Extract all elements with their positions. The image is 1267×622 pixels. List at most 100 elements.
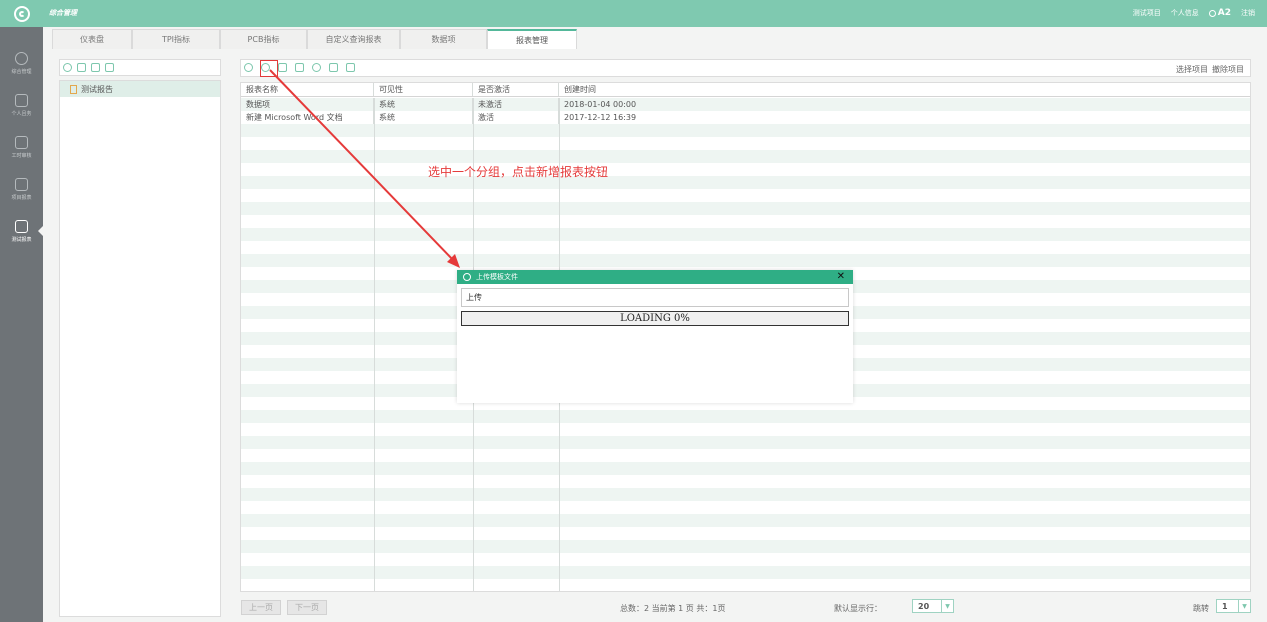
column-header[interactable]: 可见性 (374, 83, 473, 96)
annotation-text: 选中一个分组，点击新增报表按钮 (428, 165, 609, 179)
column-header[interactable]: 报表名称 (241, 83, 374, 96)
personal-info-link[interactable]: 个人信息 (1171, 8, 1199, 18)
empty-row (241, 241, 1250, 254)
dialog-title-bar: 上传模板文件 ✕ (457, 270, 853, 284)
dialog-title: 上传模板文件 (476, 273, 518, 281)
rail-item-label: 个人且务 (11, 110, 32, 117)
tab-tpi[interactable]: TPI指标 (132, 29, 220, 49)
empty-row (241, 176, 1250, 189)
refresh-icon[interactable] (63, 63, 72, 72)
info-icon[interactable] (312, 63, 321, 72)
tab-dashboard[interactable]: 仪表盘 (52, 29, 132, 49)
group-tree: 测试报告 (59, 80, 221, 617)
table-cell: 系统 (374, 98, 473, 111)
table-cell: 系统 (374, 111, 473, 124)
delete-icon[interactable] (105, 63, 114, 72)
empty-row (241, 475, 1250, 488)
rail-item-label: 测试报表 (11, 236, 32, 243)
tab-report-management[interactable]: 报表管理 (487, 29, 577, 49)
add-button-highlight (260, 60, 278, 77)
empty-row (241, 202, 1250, 215)
loading-text: LOADING 0% (620, 313, 690, 324)
clock-icon (15, 135, 28, 149)
column-divider (374, 98, 375, 591)
export-icon[interactable] (346, 63, 355, 72)
table-cell: 未激活 (473, 98, 559, 111)
tree-node-label: 测试报告 (81, 84, 113, 94)
user-icon (1208, 9, 1216, 17)
table-cell: 激活 (473, 111, 559, 124)
empty-row (241, 410, 1250, 423)
rail-item-personal[interactable]: 个人且务 (0, 84, 43, 126)
jump-page-value: 1 (1222, 601, 1228, 611)
jump-label: 跳转 (1193, 604, 1209, 613)
empty-row (241, 566, 1250, 579)
tab-data-items[interactable]: 数据项 (400, 29, 487, 49)
empty-row (241, 553, 1250, 566)
table-cell: 2017-12-12 16:39 (564, 113, 637, 122)
empty-row (241, 423, 1250, 436)
chevron-down-icon: ▼ (1238, 600, 1250, 612)
table-row[interactable]: 新建 Microsoft Word 文档 系统 激活 2017-12-12 16… (241, 111, 1250, 124)
rail-item-label: 工时审核 (11, 152, 32, 159)
user-name: A2 (1217, 8, 1231, 18)
jump-page-select[interactable]: 1 ▼ (1216, 599, 1251, 613)
upload-field[interactable]: 上传 (461, 288, 849, 307)
empty-row (241, 488, 1250, 501)
calendar-icon (15, 177, 28, 191)
grid-toolbar: 选择项目 撤除项目 (240, 59, 1251, 77)
remove-project-button[interactable]: 撤除项目 (1212, 64, 1244, 75)
edit-folder-icon[interactable] (91, 63, 100, 72)
user-menu[interactable]: A2 (1208, 8, 1231, 18)
rail-item-label: 项目报表 (11, 194, 32, 201)
app-title: 综合管理 (49, 9, 77, 17)
test-project-link[interactable]: 测试项目 (1133, 8, 1161, 18)
rail-item-project-report[interactable]: 项目报表 (0, 168, 43, 210)
upload-icon[interactable] (329, 63, 338, 72)
empty-row (241, 501, 1250, 514)
rows-per-page-value: 20 (918, 601, 930, 611)
table-row[interactable]: 数据项 系统 未激活 2018-01-04 00:00 (241, 98, 1250, 111)
loading-progress-bar: LOADING 0% (461, 311, 849, 326)
page-info: 总数：2 当前第 1 页 共：1页 (620, 604, 726, 613)
gear-icon (15, 51, 28, 65)
table-header: 报表名称 可见性 是否激活 创建时间 (241, 83, 1250, 97)
select-project-button[interactable]: 选择项目 (1176, 64, 1208, 75)
column-header[interactable]: 创建时间 (559, 83, 1250, 96)
logo-icon (13, 5, 30, 22)
column-header[interactable]: 是否激活 (473, 83, 559, 96)
table-cell: 2018-01-04 00:00 (564, 100, 637, 109)
file-icon (70, 84, 77, 94)
main-tabs: 仪表盘 TPI指标 PCB指标 自定义查询报表 数据项 报表管理 (52, 29, 577, 49)
logo-icon (463, 273, 471, 281)
add-folder-icon[interactable] (77, 63, 86, 72)
empty-row (241, 254, 1250, 267)
empty-row (241, 514, 1250, 527)
top-header: 综合管理 测试项目 个人信息 A2 注销 (43, 0, 1267, 27)
empty-row (241, 527, 1250, 540)
rows-per-page-select[interactable]: 20 ▼ (912, 599, 954, 613)
tab-custom-query[interactable]: 自定义查询报表 (307, 29, 400, 49)
table-cell: 数据项 (241, 98, 374, 111)
empty-row (241, 163, 1250, 176)
close-icon[interactable]: ✕ (837, 271, 845, 282)
empty-row (241, 150, 1250, 163)
rail-item-test-report[interactable]: 测试报表 (0, 210, 43, 252)
logout-link[interactable]: 注销 (1241, 8, 1255, 18)
tab-pcb[interactable]: PCB指标 (220, 29, 307, 49)
empty-row (241, 436, 1250, 449)
rail-item-label: 综合管理 (11, 68, 32, 75)
upload-dialog: 上传模板文件 ✕ 上传 LOADING 0% (457, 270, 853, 403)
empty-row (241, 124, 1250, 137)
next-page-button[interactable]: 下一页 (287, 600, 327, 615)
table-cell: 新建 Microsoft Word 文档 (241, 111, 374, 124)
rail-item-general[interactable]: 综合管理 (0, 42, 43, 84)
delete-icon[interactable] (295, 63, 304, 72)
prev-page-button[interactable]: 上一页 (241, 600, 281, 615)
app-logo[interactable] (0, 0, 43, 27)
left-rail: 综合管理 个人且务 工时审核 项目报表 测试报表 (0, 0, 43, 622)
tree-node[interactable]: 测试报告 (60, 81, 220, 97)
rail-item-worktime[interactable]: 工时审核 (0, 126, 43, 168)
refresh-icon[interactable] (244, 63, 253, 72)
edit-icon[interactable] (278, 63, 287, 72)
